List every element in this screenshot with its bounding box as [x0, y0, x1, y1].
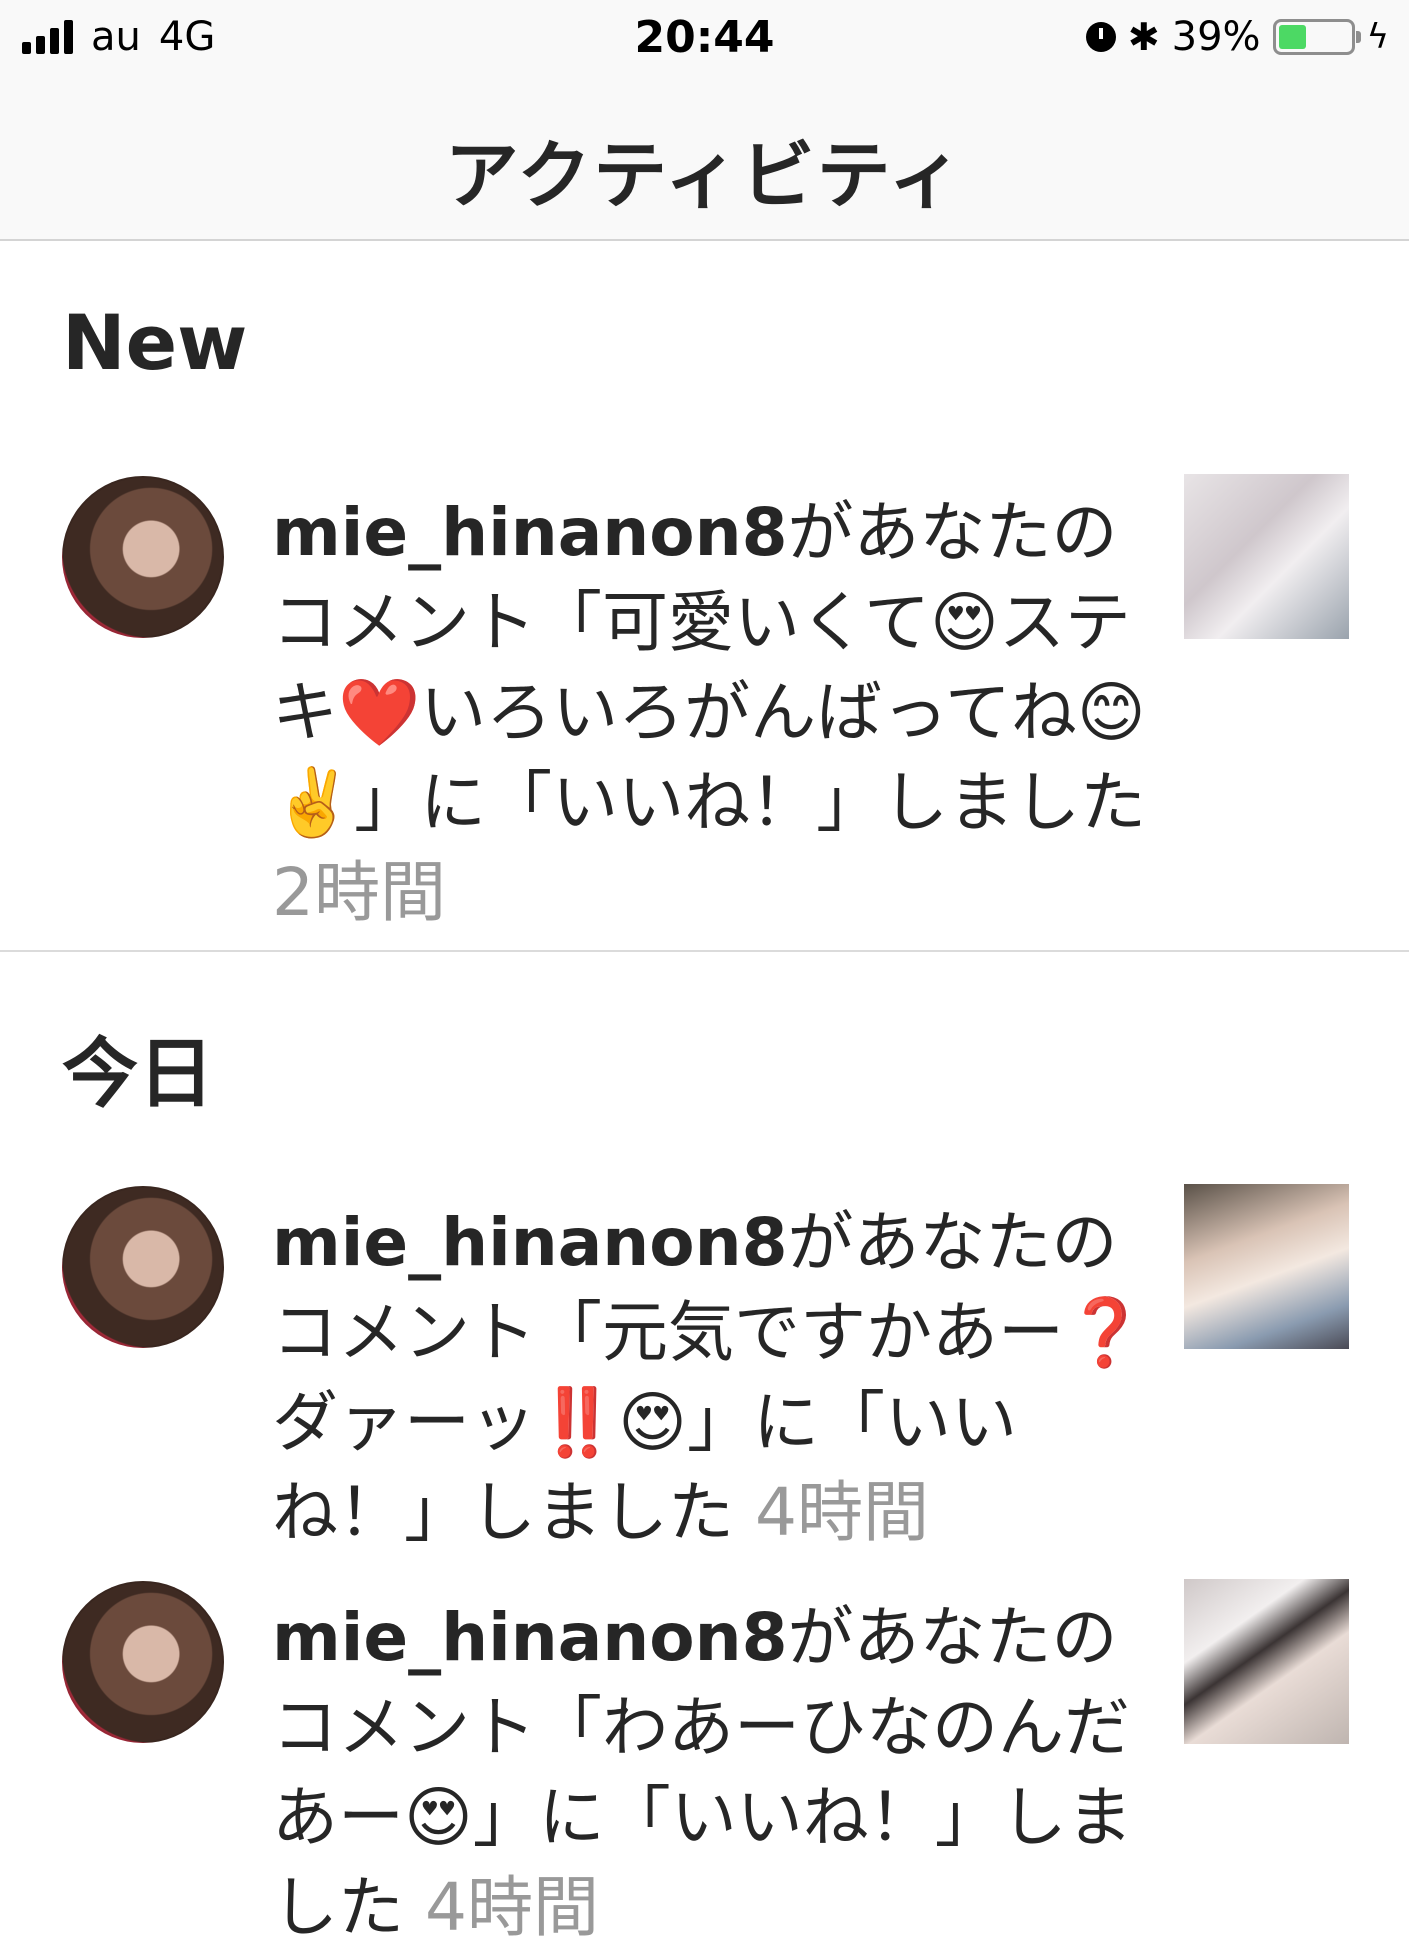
alarm-icon	[1085, 22, 1116, 52]
battery-percent: 39%	[1171, 14, 1261, 60]
section-header-new: New	[62, 298, 248, 387]
bluetooth-icon: ✱	[1127, 15, 1160, 59]
section-header-today: 今日	[62, 1029, 214, 1118]
activity-timestamp: 4時間	[424, 1869, 599, 1946]
avatar[interactable]	[62, 1186, 224, 1348]
nav-bar: アクティビティ	[0, 78, 1409, 241]
activity-text: mie_hinanon8があなたのコメント「可愛いくて😍ステキ❤️いろいろがんば…	[272, 488, 1152, 938]
activity-username[interactable]: mie_hinanon8	[272, 1599, 788, 1676]
page-title: アクティビティ	[444, 133, 965, 219]
status-right: ✱ 39% ϟ	[1085, 14, 1389, 60]
divider	[0, 950, 1409, 952]
activity-username[interactable]: mie_hinanon8	[272, 1204, 788, 1281]
avatar[interactable]	[62, 1581, 224, 1743]
activity-timestamp: 2時間	[272, 854, 446, 931]
avatar[interactable]	[62, 476, 224, 638]
charging-icon: ϟ	[1366, 17, 1389, 57]
activity-text: mie_hinanon8があなたのコメント「わあーひなのんだあー😍」に「いいね！…	[272, 1593, 1152, 1953]
activity-username[interactable]: mie_hinanon8	[272, 494, 788, 571]
activity-timestamp: 4時間	[754, 1474, 929, 1551]
post-thumbnail[interactable]	[1184, 474, 1349, 639]
post-thumbnail[interactable]	[1184, 1184, 1349, 1349]
battery-level	[1278, 25, 1306, 49]
battery-icon	[1272, 19, 1361, 55]
post-thumbnail[interactable]	[1184, 1579, 1349, 1744]
activity-text: mie_hinanon8があなたのコメント「元気ですかあー❓ダァーッ‼️😍」に「…	[272, 1198, 1152, 1558]
status-bar: au 4G 20:44 ✱ 39% ϟ	[0, 0, 1409, 78]
